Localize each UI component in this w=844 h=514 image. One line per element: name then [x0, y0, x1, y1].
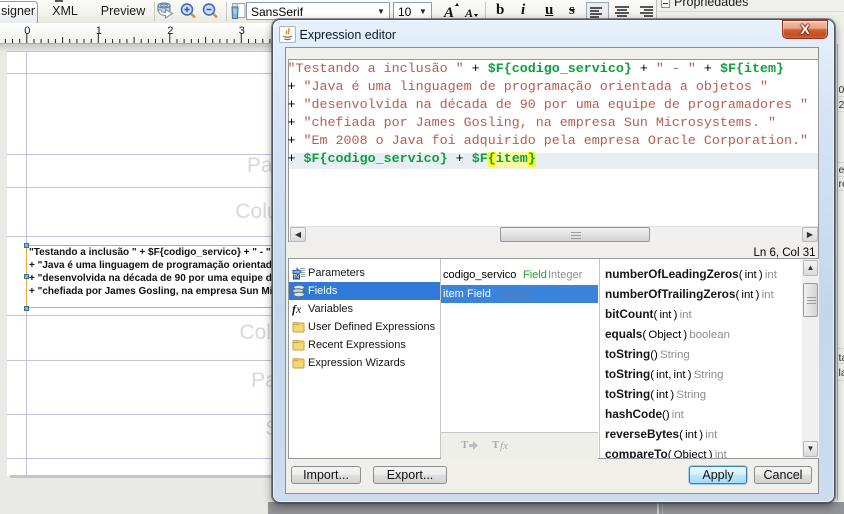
svg-text:1: 1 [96, 25, 102, 37]
svg-text:T: T [461, 439, 469, 451]
svg-text:IN: IN [294, 275, 300, 280]
svg-text:A: A [464, 6, 473, 20]
svg-text:3: 3 [239, 25, 245, 37]
svg-text:0: 0 [24, 25, 30, 37]
svg-text:T: T [492, 439, 500, 451]
svg-text:2: 2 [167, 25, 173, 37]
svg-text:fx: fx [500, 440, 508, 452]
